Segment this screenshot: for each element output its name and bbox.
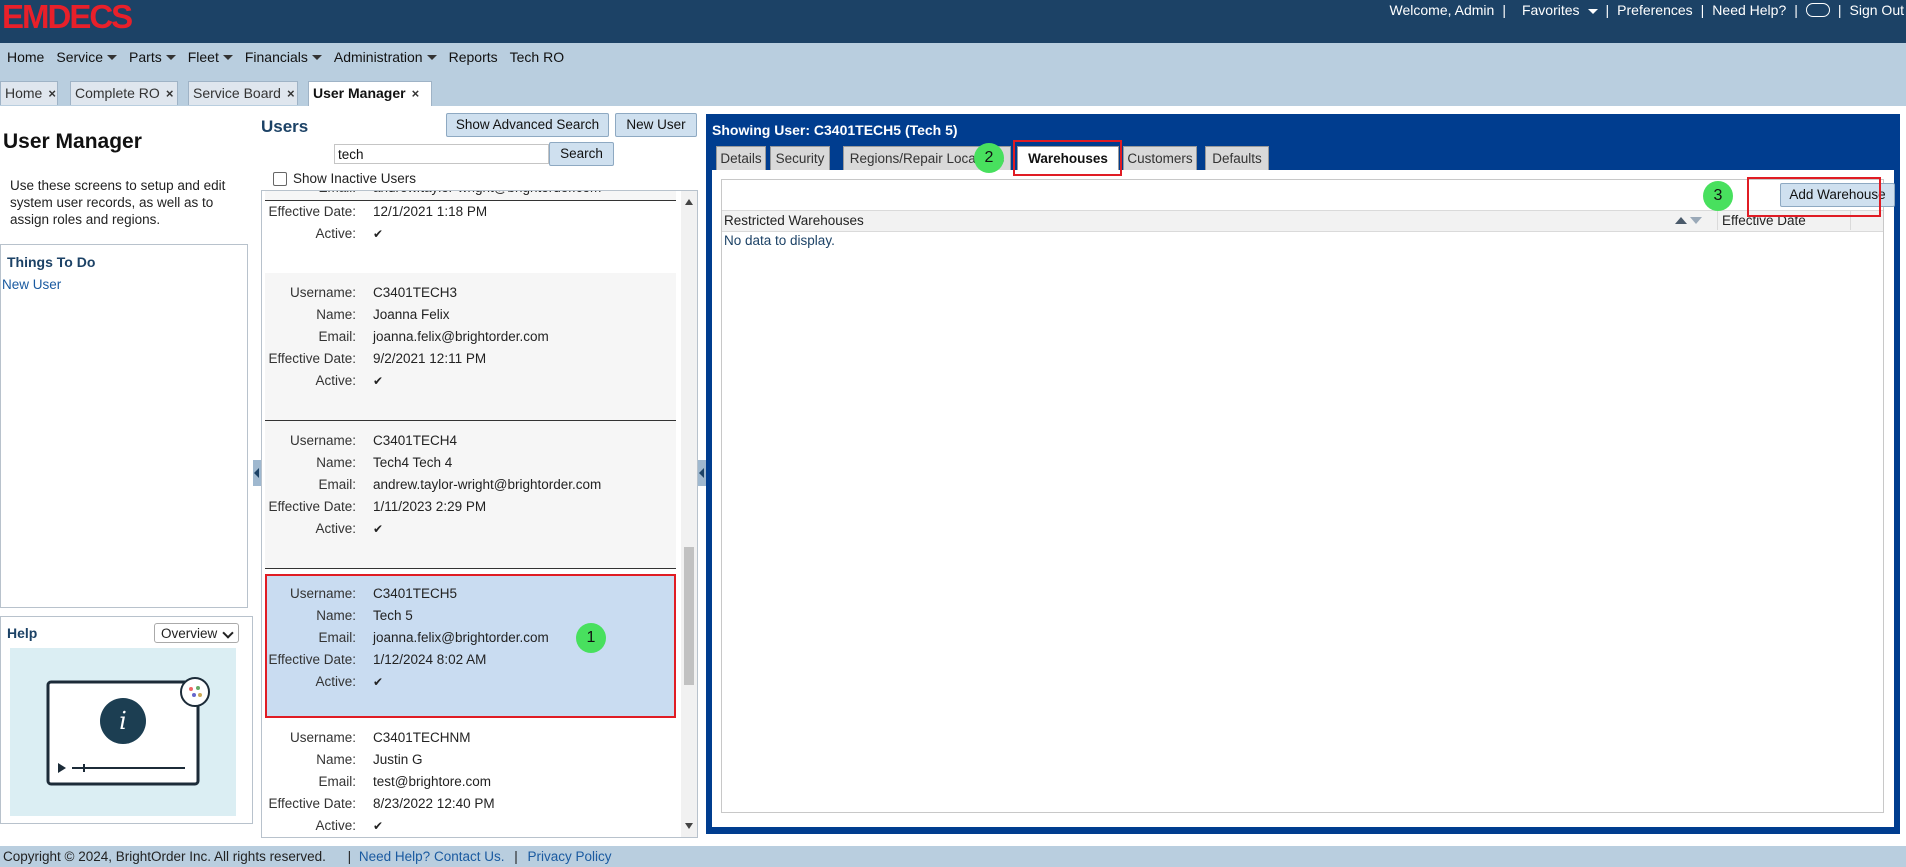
tab-home[interactable]: Home × [0, 81, 58, 105]
list-item[interactable]: Username: C3401TECH4 Name: Tech4 Tech 4 Em… [265, 421, 676, 569]
list-item[interactable]: Username: C3401TECH3 Name: Joanna Felix Em… [265, 273, 676, 421]
empty-grid-message: No data to display. [724, 233, 835, 248]
menu-parts[interactable]: Parts [129, 49, 176, 65]
check-icon: ✔ [373, 675, 384, 689]
chevron-down-icon [222, 55, 233, 61]
menu-service[interactable]: Service [56, 49, 118, 65]
warehouses-tab-highlight [1013, 140, 1122, 176]
page-tabs: Home × Complete RO × Service Board × User M… [0, 70, 1906, 106]
step-marker-2: 2 [974, 143, 1004, 173]
chevron-down-icon [426, 55, 437, 61]
chevron-down-icon [311, 55, 322, 61]
menu-financials[interactable]: Financials [245, 49, 322, 65]
check-icon: ✔ [373, 374, 384, 388]
tab-defaults[interactable]: Defaults [1205, 146, 1269, 170]
chevron-down-icon [107, 55, 118, 61]
check-icon: ✔ [373, 227, 384, 241]
scroll-down-icon[interactable] [685, 823, 693, 829]
app-logo[interactable]: EMDECS [2, 0, 133, 34]
tab-security[interactable]: Security [770, 146, 830, 170]
selected-user-row[interactable]: Username: C3401TECH5 Name: Tech 5 Email: jo… [265, 574, 676, 718]
things-to-do-title: Things To Do [7, 254, 96, 270]
add-warehouse-highlight [1747, 177, 1881, 217]
contact-us-link[interactable]: Need Help? Contact Us. [359, 849, 505, 864]
collapse-list-handle[interactable] [698, 460, 706, 486]
help-title: Help [7, 625, 38, 641]
sort-descending-icon[interactable] [1690, 217, 1702, 224]
restricted-warehouses-grid: Add Warehouse Restricted Warehouses Effe… [721, 179, 1895, 813]
scroll-up-icon[interactable] [685, 199, 693, 205]
help-topic-select[interactable]: Overview [154, 623, 239, 643]
page-footer: Copyright © 2024, BrightOrder Inc. All r… [0, 846, 1906, 867]
warehouses-tab-content: Add Warehouse Restricted Warehouses Effe… [712, 170, 1895, 827]
check-icon: ✔ [373, 819, 384, 833]
step-marker-1: 1 [576, 623, 606, 653]
things-to-do-panel: Things To Do New User [0, 244, 248, 608]
step-marker-3: 3 [1703, 181, 1733, 211]
user-detail-panel: Showing User: C3401TECH5 (Tech 5) Detail… [706, 114, 1900, 834]
check-icon: ✔ [373, 522, 384, 536]
tab-user-manager[interactable]: User Manager × [308, 81, 432, 106]
main-menu: Home Service Parts Fleet Financials Admi… [0, 43, 1906, 70]
need-help-link[interactable]: Need Help? [1712, 2, 1786, 18]
scroll-thumb[interactable] [684, 547, 694, 685]
favorites-menu[interactable]: Favorites [1514, 2, 1598, 18]
privacy-policy-link[interactable]: Privacy Policy [528, 849, 612, 864]
menu-administration[interactable]: Administration [334, 49, 437, 65]
list-item[interactable]: Email:andrew.taylor-wright@brightorder.c… [265, 191, 676, 241]
users-heading: Users [261, 117, 309, 136]
page-title: User Manager [3, 130, 142, 153]
preferences-link[interactable]: Preferences [1617, 2, 1692, 18]
help-video-thumbnail[interactable]: i [10, 648, 236, 816]
info-glyph: i [119, 707, 127, 735]
menu-home[interactable]: Home [7, 49, 44, 65]
show-advanced-search-button[interactable]: Show Advanced Search [446, 113, 609, 137]
chevron-down-icon [222, 627, 234, 639]
copyright-text: Copyright © 2024, BrightOrder Inc. All r… [3, 849, 326, 864]
video-player-icon: i [46, 677, 210, 786]
collapse-left-handle[interactable] [253, 460, 261, 486]
close-icon[interactable]: × [412, 86, 420, 101]
new-user-link[interactable]: New User [2, 277, 61, 292]
user-list-scrollbar[interactable] [681, 191, 697, 837]
tab-customers[interactable]: Customers [1123, 146, 1197, 170]
search-button[interactable]: Search [549, 142, 614, 166]
menu-fleet[interactable]: Fleet [188, 49, 233, 65]
menu-tech-ro[interactable]: Tech RO [510, 49, 564, 65]
close-icon[interactable]: × [166, 86, 174, 101]
menu-reports[interactable]: Reports [449, 49, 498, 65]
close-icon[interactable]: × [287, 86, 295, 101]
chevron-down-icon [1587, 8, 1598, 14]
chevron-down-icon [165, 55, 176, 61]
tab-details[interactable]: Details [716, 146, 766, 170]
chat-bubble-icon[interactable] [1805, 3, 1830, 17]
top-links: Welcome, Admin | Favorites | Preferences… [1389, 2, 1904, 18]
help-panel: Help Overview i [0, 616, 253, 824]
list-item[interactable]: Username: C3401TECHNM Name: Justin G Email… [265, 721, 676, 837]
show-inactive-users[interactable]: Show Inactive Users [273, 171, 416, 186]
welcome-text: Welcome, Admin [1389, 2, 1495, 18]
tab-service-board[interactable]: Service Board × [188, 81, 298, 105]
user-search-input[interactable]: tech [334, 144, 549, 164]
new-user-button[interactable]: New User [615, 113, 697, 137]
show-inactive-checkbox[interactable] [273, 171, 287, 186]
column-restricted-warehouses[interactable]: Restricted Warehouses [724, 211, 864, 230]
sign-out-link[interactable]: Sign Out [1850, 2, 1904, 18]
sort-ascending-icon[interactable] [1675, 217, 1687, 224]
top-header: EMDECS Welcome, Admin | Favorites | Pref… [0, 0, 1906, 43]
detail-title: Showing User: C3401TECH5 (Tech 5) [712, 122, 958, 138]
close-icon[interactable]: × [48, 86, 56, 101]
grid-header: Restricted Warehouses Effective Date [722, 210, 1883, 232]
page-description: Use these screens to setup and edit syst… [10, 178, 226, 227]
tab-complete-ro[interactable]: Complete RO × [70, 81, 178, 105]
user-list: Email:andrew.taylor-wright@brightorder.c… [261, 190, 698, 838]
